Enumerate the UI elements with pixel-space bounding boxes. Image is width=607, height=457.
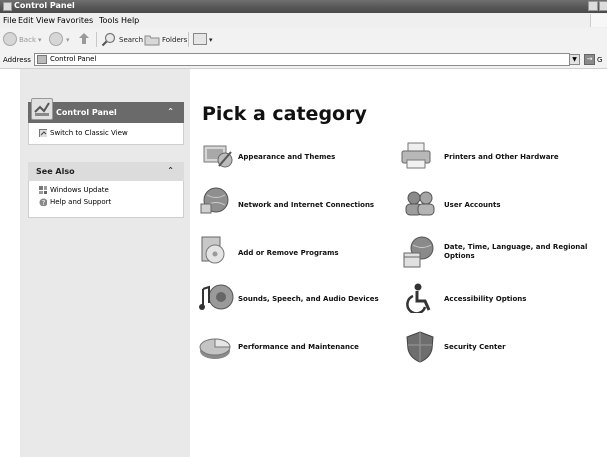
shield-icon[interactable]: [405, 330, 438, 363]
address-label: Address: [3, 56, 31, 64]
sound-icon[interactable]: [199, 283, 234, 311]
menu-file[interactable]: File: [3, 16, 16, 25]
windows-update-label[interactable]: Windows Update: [50, 186, 109, 194]
security-center-link[interactable]: Security Center: [444, 343, 506, 351]
views-dropdown-icon[interactable]: ▾: [209, 36, 213, 44]
toolbar-separator: [96, 32, 97, 47]
views-icon[interactable]: [193, 33, 207, 45]
address-bar: Address Control Panel ▼ → G: [0, 52, 607, 69]
forward-arrow-icon[interactable]: [49, 32, 63, 46]
page-title: Pick a category: [202, 103, 367, 125]
help-icon: ?: [39, 198, 47, 206]
help-and-support-link[interactable]: ? Help and Support: [39, 198, 179, 208]
printers-hardware-link[interactable]: Printers and Other Hardware: [444, 153, 559, 161]
appearance-themes-link[interactable]: Appearance and Themes: [238, 153, 335, 161]
control-panel-icon: [31, 98, 53, 120]
pie-chart-icon[interactable]: [198, 331, 231, 359]
back-button-label[interactable]: Back: [19, 36, 36, 44]
appearance-themes-icon[interactable]: [201, 142, 234, 170]
go-button-label[interactable]: G: [597, 56, 602, 64]
accessibility-options-link[interactable]: Accessibility Options: [444, 295, 526, 303]
up-folder-icon[interactable]: [77, 32, 92, 46]
control-panel-box-body: Switch to Classic View: [28, 123, 184, 145]
menu-view[interactable]: View: [36, 16, 55, 25]
accessibility-icon[interactable]: [405, 283, 438, 315]
see-also-box: See Also ⌃ Windows Update ? Help and Sup…: [28, 162, 184, 222]
user-accounts-link[interactable]: User Accounts: [444, 201, 501, 209]
date-time-globe-icon[interactable]: [402, 235, 435, 268]
window-icon: [3, 2, 12, 11]
address-input[interactable]: Control Panel: [34, 53, 570, 66]
menu-edit[interactable]: Edit: [18, 16, 34, 25]
collapse-chevron-icon[interactable]: ⌃: [167, 107, 174, 116]
minimize-button[interactable]: [588, 1, 598, 11]
menu-tools[interactable]: Tools: [99, 16, 119, 25]
toolbar-separator: [188, 32, 189, 47]
window-title: Control Panel: [14, 1, 75, 10]
add-remove-programs-icon[interactable]: [199, 234, 232, 264]
windows-update-icon: [39, 186, 47, 194]
address-dropdown-icon[interactable]: ▼: [569, 54, 580, 65]
task-pane: Control Panel ⌃ Switch to Classic View S…: [20, 69, 190, 457]
control-panel-box-header[interactable]: Control Panel ⌃: [28, 98, 184, 123]
network-internet-link[interactable]: Network and Internet Connections: [238, 201, 374, 209]
search-icon[interactable]: [101, 32, 116, 47]
switch-classic-view-label[interactable]: Switch to Classic View: [50, 129, 128, 137]
user-accounts-icon[interactable]: [403, 189, 436, 217]
title-bar[interactable]: Control Panel: [0, 0, 607, 13]
network-globe-icon[interactable]: [199, 186, 232, 214]
toolbar: Back ▾ ▾ Search Folders ▾: [0, 28, 607, 53]
add-remove-programs-link[interactable]: Add or Remove Programs: [238, 249, 339, 257]
maximize-button[interactable]: [599, 1, 607, 11]
forward-dropdown-icon[interactable]: ▾: [66, 36, 70, 44]
folders-icon[interactable]: [144, 33, 160, 46]
control-panel-box: Control Panel ⌃ Switch to Classic View: [28, 98, 184, 145]
control-panel-window: Control Panel File Edit View Favorites T…: [0, 0, 607, 457]
menu-favorites[interactable]: Favorites: [57, 16, 93, 25]
help-and-support-label[interactable]: Help and Support: [50, 198, 111, 206]
search-button-label[interactable]: Search: [119, 36, 143, 44]
printer-icon[interactable]: [400, 141, 433, 169]
sounds-speech-audio-link[interactable]: Sounds, Speech, and Audio Devices: [238, 295, 379, 303]
address-value[interactable]: Control Panel: [50, 55, 96, 63]
switch-view-icon: [39, 129, 47, 137]
svg-text:?: ?: [42, 199, 46, 206]
menu-help[interactable]: Help: [121, 16, 139, 25]
windows-update-link[interactable]: Windows Update: [39, 186, 179, 196]
see-also-box-title: See Also: [36, 167, 75, 176]
control-panel-small-icon: [37, 55, 47, 64]
performance-maintenance-link[interactable]: Performance and Maintenance: [238, 343, 359, 351]
see-also-box-header[interactable]: See Also ⌃: [28, 162, 184, 181]
back-arrow-icon[interactable]: [3, 32, 17, 46]
control-panel-box-title: Control Panel: [56, 108, 117, 117]
go-arrow-icon[interactable]: →: [584, 54, 595, 65]
collapse-chevron-icon[interactable]: ⌃: [167, 166, 174, 175]
folders-button-label[interactable]: Folders: [162, 36, 187, 44]
see-also-box-body: Windows Update ? Help and Support: [28, 181, 184, 218]
back-dropdown-icon[interactable]: ▾: [38, 36, 42, 44]
windows-logo-icon: [590, 14, 607, 27]
date-time-language-link[interactable]: Date, Time, Language, and Regional Optio…: [444, 243, 604, 261]
menu-bar: File Edit View Favorites Tools Help: [0, 13, 607, 29]
